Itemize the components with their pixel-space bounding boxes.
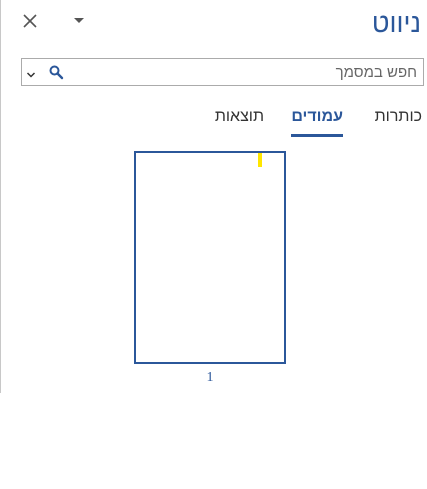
search-hit-marker [258,153,262,167]
search-button[interactable] [48,64,64,80]
search-options-button[interactable] [26,67,36,78]
tab-headings[interactable]: כותרות [375,108,422,132]
active-tab-indicator [291,134,343,137]
page-thumbnail[interactable] [134,151,286,364]
search-icon [49,65,64,80]
search-box [21,58,424,86]
navigation-pane: ניווט כותרות עמודים תוצאות [0,0,427,393]
pane-title: ניווט [371,8,421,38]
search-input[interactable] [92,62,417,82]
tab-strip: כותרות עמודים תוצאות [1,108,427,140]
close-icon [23,14,37,28]
tab-results[interactable]: תוצאות [215,108,264,132]
close-button[interactable] [19,10,41,32]
tab-pages[interactable]: עמודים [291,108,343,132]
caret-down-icon [74,18,84,23]
page-thumbnail-number: 1 [206,370,214,385]
pane-options-button[interactable] [69,12,89,30]
chevron-down-icon [26,72,36,78]
